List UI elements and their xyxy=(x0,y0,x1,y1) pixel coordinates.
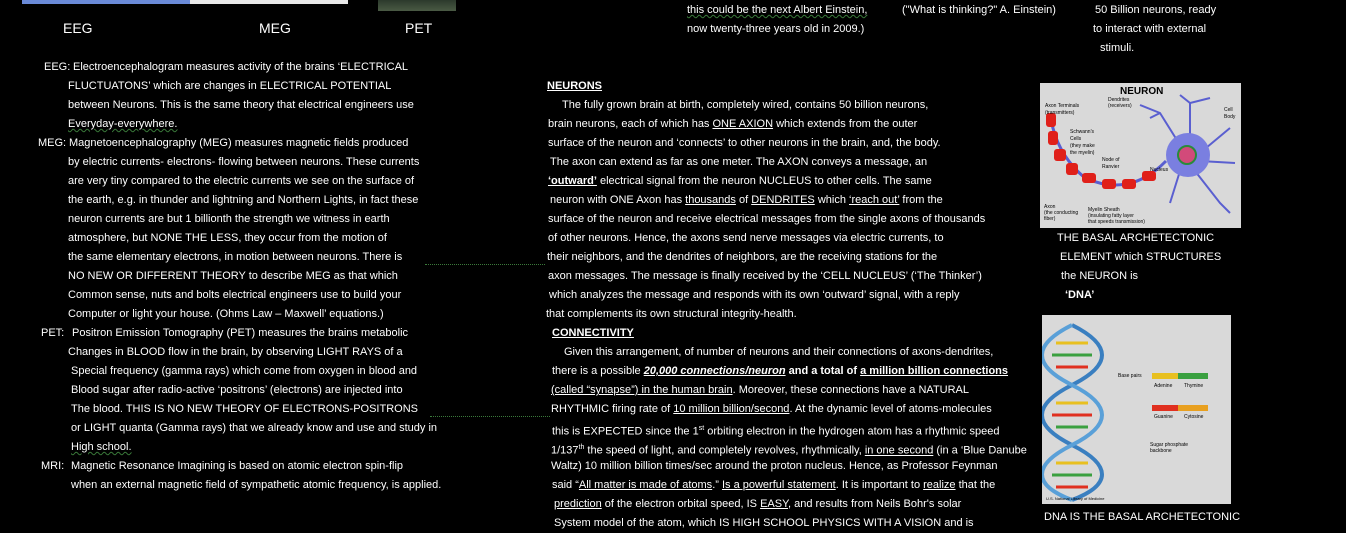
svg-text:the myelin): the myelin) xyxy=(1070,150,1095,156)
meg-image-strip xyxy=(190,0,348,4)
svg-text:Body: Body xyxy=(1224,114,1236,120)
neurons-line: neuron with ONE Axon has thousands of DE… xyxy=(550,194,943,206)
pet-line: or LIGHT quanta (Gamma rays) that we alr… xyxy=(71,422,438,434)
connectivity-line: prediction of the electron orbital speed… xyxy=(554,498,962,510)
meg-line: are very tiny compared to the electric c… xyxy=(68,175,415,187)
quote-line: to interact with external xyxy=(1093,23,1207,35)
connectivity-line: Given this arrangement, of number of neu… xyxy=(564,346,994,358)
pet-line: Positron Emission Tomography (PET) measu… xyxy=(72,327,409,339)
eeg-image-strip xyxy=(22,0,190,4)
svg-text:U.S. National Library of Medic: U.S. National Library of Medicine xyxy=(1046,496,1105,501)
neurons-line: surface of the neuron and ‘connects’ to … xyxy=(548,137,941,149)
neurons-heading: NEURONS xyxy=(547,80,603,92)
neurons-line: brain neurons, each of which has ONE AXI… xyxy=(548,118,918,130)
eeg-line: FLUCTUATONS’ which are changes in ELECTR… xyxy=(68,80,392,92)
eeg-line: Everyday-everywhere. xyxy=(68,118,178,130)
neurons-line: The fully grown brain at birth, complete… xyxy=(562,99,929,111)
svg-text:Axon Terminals: Axon Terminals xyxy=(1045,103,1080,109)
meg-line: the same elementary electrons, in motion… xyxy=(68,251,403,263)
neuron-caption-line: ELEMENT which STRUCTURES xyxy=(1060,251,1222,263)
pet-line: Special frequency (gamma rays) which com… xyxy=(71,365,418,377)
connectivity-heading: CONNECTIVITY xyxy=(552,327,634,339)
svg-text:backbone: backbone xyxy=(1150,448,1172,454)
meg-line: Common sense, nuts and bolts electrical … xyxy=(68,289,402,301)
myelin-sheath xyxy=(1046,113,1156,189)
eeg-caption: EEG xyxy=(63,20,93,36)
meg-prefix: MEG: xyxy=(38,137,67,149)
neurons-line: surface of the neuron and receive electr… xyxy=(548,213,986,225)
eeg-line: between Neurons. This is the same theory… xyxy=(68,99,414,111)
svg-text:(they make: (they make xyxy=(1070,143,1095,149)
meg-line: NO NEW OR DIFFERENT THEORY to describe M… xyxy=(68,270,398,282)
svg-text:Schwann's: Schwann's xyxy=(1070,129,1095,135)
quote-line: this could be the next Albert Einstein, xyxy=(687,4,868,16)
connectivity-line: System model of the atom, which IS HIGH … xyxy=(554,517,974,529)
neuron-caption-line: THE BASAL ARCHETECTONIC xyxy=(1057,232,1215,244)
svg-text:Node of: Node of xyxy=(1102,157,1120,163)
svg-text:Thymine: Thymine xyxy=(1184,383,1203,389)
svg-text:Nucleus: Nucleus xyxy=(1150,167,1169,173)
mri-line: when an external magnetic field of sympa… xyxy=(71,479,442,491)
neuron-caption-line: the NEURON is xyxy=(1061,270,1139,282)
meg-caption: MEG xyxy=(259,20,291,36)
svg-text:fiber): fiber) xyxy=(1044,216,1056,222)
grammar-squiggle xyxy=(425,262,545,265)
connectivity-line: there is a possible 20,000 connections/n… xyxy=(552,365,1009,377)
meg-line: Magnetoencephalography (MEG) measures ma… xyxy=(69,137,409,149)
quote-line: 50 Billion neurons, ready xyxy=(1095,4,1217,16)
neurons-line: which analyzes the message and responds … xyxy=(549,289,960,301)
base-pairs xyxy=(1052,341,1092,489)
dna-caption: DNA IS THE BASAL ARCHETECTONIC xyxy=(1044,511,1241,523)
neurons-line: The axon can extend as far as one meter.… xyxy=(550,156,928,168)
neuron-title: NEURON xyxy=(1120,86,1163,97)
svg-text:that speeds transmission): that speeds transmission) xyxy=(1088,219,1145,225)
neurons-line: their neighbors, and the dendrites of ne… xyxy=(547,251,938,263)
pet-image-strip xyxy=(378,0,456,11)
svg-text:Base pairs: Base pairs xyxy=(1118,373,1142,379)
svg-text:Adenine: Adenine xyxy=(1154,383,1173,389)
svg-text:Ranvier: Ranvier xyxy=(1102,164,1120,170)
quote-line: ("What is thinking?" A. Einstein) xyxy=(902,4,1056,16)
eeg-prefix: EEG: xyxy=(44,61,71,73)
svg-text:(transmitters): (transmitters) xyxy=(1045,110,1075,116)
grammar-squiggle xyxy=(430,414,550,417)
neuron-figure: NEURON Axon Terminals (transmitters) Den… xyxy=(1040,83,1241,228)
mri-line: Magnetic Resonance Imagining is based on… xyxy=(71,460,404,472)
svg-text:Cells: Cells xyxy=(1070,136,1082,142)
connectivity-line: RHYTHMIC firing rate of 10 million billi… xyxy=(551,403,992,415)
mri-prefix: MRI: xyxy=(41,460,65,472)
svg-text:Guanine: Guanine xyxy=(1154,414,1173,420)
meg-line: Computer or light your house. (Ohms Law … xyxy=(68,308,384,320)
svg-text:Cytosine: Cytosine xyxy=(1184,414,1204,420)
pet-line: The blood. THIS IS NO NEW THEORY OF ELEC… xyxy=(71,403,418,415)
nucleus xyxy=(1177,145,1197,165)
pet-line: Changes in BLOOD flow in the brain, by o… xyxy=(68,346,403,358)
pet-prefix: PET: xyxy=(41,327,65,339)
meg-line: atmosphere, but NONE THE LESS, they occu… xyxy=(68,232,387,244)
meg-line: the earth, e.g. in thunder and lightning… xyxy=(68,194,419,206)
pet-line: Blood sugar after radio-active ‘positron… xyxy=(71,384,403,396)
meg-line: neuron currents are but 1 billionth the … xyxy=(68,213,390,225)
meg-line: by electric currents- electrons- flowing… xyxy=(68,156,420,168)
eeg-line: Electroencephalogram measures activity o… xyxy=(73,61,409,73)
pet-caption: PET xyxy=(405,20,433,36)
neuron-caption-line: ‘DNA’ xyxy=(1065,289,1095,301)
neurons-line: that complements its own structural inte… xyxy=(546,308,797,320)
svg-text:(receivers): (receivers) xyxy=(1108,103,1132,109)
connectivity-line: (called “synapse”) in the human brain. M… xyxy=(551,384,970,396)
quote-line: now twenty-three years old in 2009.) xyxy=(687,23,865,35)
connectivity-line: said “All matter is made of atoms.” Is a… xyxy=(552,479,996,491)
svg-text:Cell: Cell xyxy=(1224,107,1233,113)
pet-line: High school. xyxy=(71,441,132,453)
dna-figure: Base pairs Adenine Thymine Guanine Cytos… xyxy=(1042,315,1231,504)
connectivity-line: Waltz) 10 million billion times/sec arou… xyxy=(551,460,998,472)
neurons-line: ‘outward’ electrical signal from the neu… xyxy=(548,175,932,187)
quote-line: stimuli. xyxy=(1100,42,1135,54)
neurons-line: of other neurons. Hence, the axons send … xyxy=(548,232,944,244)
neurons-line: axon messages. The message is finally re… xyxy=(548,270,982,282)
